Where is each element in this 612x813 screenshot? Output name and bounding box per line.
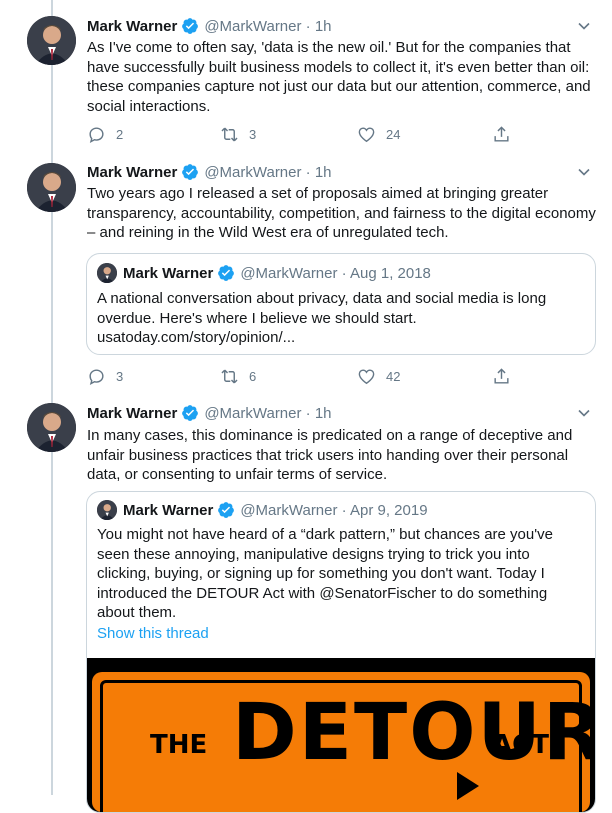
heart-icon [358,368,375,384]
tweet-actions: 3 6 42 [87,366,517,386]
tweet-header: Mark Warner @MarkWarner · 1h [87,162,332,182]
share-icon [494,125,509,142]
verified-badge-icon [218,502,235,518]
quoted-tweet-header: Mark Warner @MarkWarner · Aug 1, 2018 [97,263,431,283]
quoted-handle-date: @MarkWarner · Aug 1, 2018 [240,264,431,282]
tweet-header: Mark Warner @MarkWarner · 1h [87,16,332,36]
share-button[interactable] [492,124,511,144]
verified-badge-icon [182,405,199,421]
author-name[interactable]: Mark Warner [87,405,177,422]
author-name[interactable]: Mark Warner [87,18,177,35]
reply-count: 2 [116,126,124,142]
quoted-author-name: Mark Warner [123,264,214,282]
quoted-author-name: Mark Warner [123,501,214,519]
verified-badge-icon [182,18,199,34]
quoted-handle-date: @MarkWarner · Apr 9, 2019 [240,501,428,519]
arrow-right-icon [457,772,479,800]
like-button[interactable]: 42 [357,366,400,386]
reply-icon [89,126,104,143]
tweet-text: Two years ago I released a set of propos… [87,185,596,241]
retweet-icon [221,369,238,383]
quoted-tweet[interactable]: Mark Warner @MarkWarner · Apr 9, 2019 Yo… [86,491,596,813]
show-thread-link[interactable]: Show this thread [97,625,209,642]
chevron-down-icon[interactable] [574,16,594,36]
retweet-icon [221,127,238,141]
heart-icon [358,126,375,142]
retweet-count: 6 [249,368,257,384]
quoted-tweet[interactable]: Mark Warner @MarkWarner · Aug 1, 2018 A … [86,253,596,355]
chevron-down-icon[interactable] [574,162,594,182]
retweet-button[interactable]: 3 [220,124,256,144]
sign-text-the: THE [150,730,208,760]
quoted-link[interactable]: usatoday.com/story/opinion/... [97,328,567,348]
verified-badge-icon [182,164,199,180]
tweet-header: Mark Warner @MarkWarner · 1h [87,403,332,423]
quoted-tweet-header: Mark Warner @MarkWarner · Apr 9, 2019 [97,500,428,520]
avatar[interactable] [27,403,76,452]
reply-icon [89,368,104,385]
tweet-2[interactable]: Mark Warner @MarkWarner · 1h Two years a… [0,155,612,395]
retweet-count: 3 [249,126,257,142]
sign-text-act: ACT [492,730,549,760]
tweet-actions: 2 3 24 [87,124,517,144]
author-handle-time[interactable]: @MarkWarner · 1h [204,18,331,35]
like-count: 42 [386,368,401,384]
quoted-tweet-text: A national conversation about privacy, d… [97,290,547,327]
quoted-avatar [97,500,117,520]
like-button[interactable]: 24 [357,124,400,144]
reply-button[interactable]: 3 [87,366,123,386]
avatar[interactable] [27,163,76,212]
author-handle-time[interactable]: @MarkWarner · 1h [204,405,331,422]
chevron-down-icon[interactable] [574,403,594,423]
avatar[interactable] [27,16,76,65]
detour-sign: THE DETOUR ACT [92,672,595,812]
quoted-image[interactable]: THE DETOUR ACT [87,658,595,812]
tweet-3[interactable]: Mark Warner @MarkWarner · 1h In many cas… [0,395,612,813]
verified-badge-icon [218,265,235,281]
reply-count: 3 [116,368,124,384]
tweet-1[interactable]: Mark Warner @MarkWarner · 1h As I've com… [0,0,612,155]
author-name[interactable]: Mark Warner [87,164,177,181]
author-handle-time[interactable]: @MarkWarner · 1h [204,164,331,181]
retweet-button[interactable]: 6 [220,366,256,386]
share-icon [494,367,509,384]
like-count: 24 [386,126,401,142]
tweet-text: As I've come to often say, 'data is the … [87,39,591,115]
quoted-tweet-text: You might not have heard of a “dark patt… [97,526,553,621]
tweet-text: In many cases, this dominance is predica… [87,427,573,483]
reply-button[interactable]: 2 [87,124,123,144]
quoted-avatar [97,263,117,283]
share-button[interactable] [492,366,511,386]
